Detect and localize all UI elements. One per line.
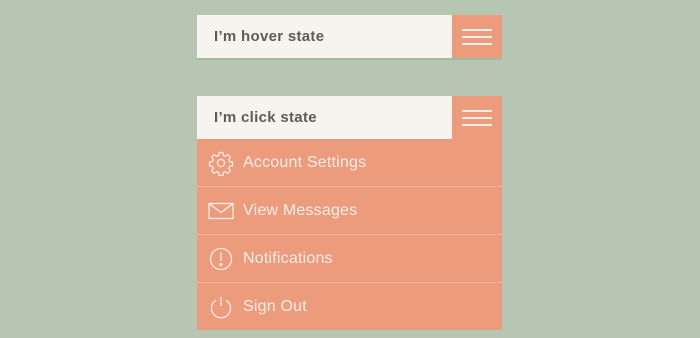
dropdown-menu: Account Settings View Messages Notificat… <box>197 139 502 330</box>
hamburger-icon <box>462 109 492 126</box>
click-state-widget: I’m click state Account Settings View Me… <box>197 96 502 330</box>
menu-item-sign-out[interactable]: Sign Out <box>197 282 502 330</box>
alert-icon <box>208 246 234 272</box>
menu-item-account-settings[interactable]: Account Settings <box>197 139 502 186</box>
click-state-label: I’m click state <box>197 96 452 139</box>
hover-menu-button[interactable] <box>452 15 502 58</box>
menu-item-label: View Messages <box>243 201 358 219</box>
click-state-bar: I’m click state <box>197 96 502 139</box>
power-icon <box>208 294 234 320</box>
click-menu-button[interactable] <box>452 96 502 139</box>
menu-item-label: Notifications <box>243 249 333 267</box>
menu-item-label: Sign Out <box>243 297 307 315</box>
menu-item-notifications[interactable]: Notifications <box>197 234 502 282</box>
menu-item-view-messages[interactable]: View Messages <box>197 186 502 234</box>
menu-item-label: Account Settings <box>243 153 367 171</box>
envelope-icon <box>208 198 234 224</box>
gear-icon <box>208 150 234 176</box>
hover-state-widget: I’m hover state <box>197 15 502 58</box>
hamburger-icon <box>462 28 492 45</box>
hover-state-label: I’m hover state <box>197 15 452 58</box>
hover-state-bar: I’m hover state <box>197 15 502 58</box>
